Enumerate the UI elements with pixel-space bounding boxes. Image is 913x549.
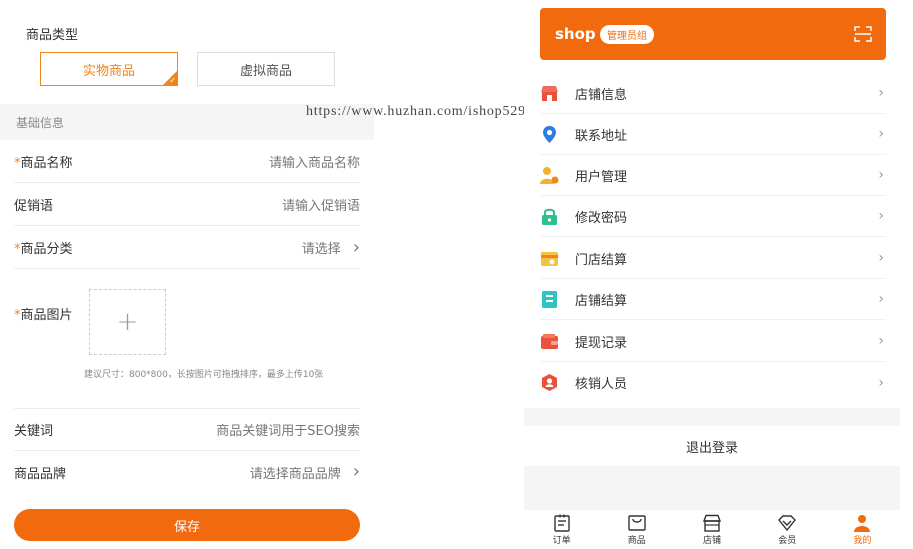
type-option-physical[interactable]: 实物商品 ✓ [40,52,178,86]
menu-item-label: 店铺结算 [575,293,628,309]
promo-input[interactable]: 请输入促销语 [282,195,360,214]
merchant-profile-panel: shop 管理员组 店铺信息 › 联系地址 › 用户管理 › 修改密码 › 门店… [524,0,900,549]
menu-item-label: 用户管理 [575,169,628,185]
product-name-field[interactable]: *商品名称 请输入商品名称 [14,141,360,183]
member-icon [778,514,797,531]
plus-icon: + [116,307,139,337]
images-label: 商品图片 [20,308,73,323]
tab-label: 店铺 [703,535,722,546]
keywords-label: 关键词 [14,424,54,439]
category-placeholder: 请选择 [301,242,341,257]
section-gap [524,408,900,426]
menu-item-label: 联系地址 [575,128,628,144]
product-name-label: 商品名称 [20,156,73,171]
chevron-right-icon: › [878,374,884,391]
chevron-right-icon: › [878,167,884,183]
brand-placeholder: 请选择商品品牌 [249,466,341,482]
product-type-title: 商品类型 [26,28,79,43]
user-manage-icon [540,166,559,185]
location-icon [540,125,559,144]
brand-field[interactable]: 商品品牌 请选择商品品牌 › [14,451,360,493]
category-field[interactable]: *商品分类 请选择 › [14,227,360,269]
menu-item-label: 核销人员 [575,377,628,392]
menu-item-contact-address[interactable]: 联系地址 › [540,114,886,155]
verifier-icon [540,373,559,392]
product-name-label-wrap: *商品名称 [14,152,73,171]
product-name-input[interactable]: 请输入商品名称 [269,152,360,171]
tab-label: 订单 [552,535,571,546]
category-label-wrap: *商品分类 [14,238,73,257]
save-button[interactable]: 保存 [14,509,360,541]
chevron-right-icon: › [352,461,360,482]
chevron-right-icon: › [878,126,884,142]
role-badge: 管理员组 [600,25,654,44]
brand-select[interactable]: 请选择商品品牌 › [250,463,360,482]
bottom-tab-bar: 订单 商品 店铺 会员 我的 [524,510,900,549]
tab-shop[interactable]: 店铺 [674,510,749,549]
store-settlement-icon [540,249,559,268]
tab-members[interactable]: 会员 [750,510,825,549]
menu-item-change-password[interactable]: 修改密码 › [540,196,886,237]
menu-item-store-settlement[interactable]: 门店结算 › [540,238,886,279]
profile-icon [854,514,871,532]
menu-item-withdraw-records[interactable]: 提现记录 › [540,321,886,362]
menu-item-verifiers[interactable]: 核销人员 › [540,362,886,403]
tab-label: 我的 [853,535,872,546]
shop-logo: shop [555,25,596,43]
menu-item-shop-settlement[interactable]: 店铺结算 › [540,279,886,320]
menu-item-label: 修改密码 [575,210,628,226]
category-label: 商品分类 [20,242,73,257]
chevron-right-icon: › [352,236,360,258]
promo-field[interactable]: 促销语 请输入促销语 [14,184,360,226]
scan-icon[interactable] [854,26,872,42]
order-icon [553,514,570,532]
menu-item-label: 店铺信息 [575,87,628,103]
category-select[interactable]: 请选择 › [302,238,360,257]
image-upload-hint: 建议尺寸：800*800，长按图片可拖拽排序，最多上传10张 [84,370,324,380]
menu-item-user-management[interactable]: 用户管理 › [540,155,886,196]
type-option-virtual[interactable]: 虚拟商品 [197,52,335,86]
logout-button[interactable]: 退出登录 [524,426,900,466]
tab-goods[interactable]: 商品 [599,510,674,549]
tab-label: 会员 [778,535,797,546]
chevron-right-icon: › [878,208,884,224]
shop-settlement-icon [540,290,559,309]
chevron-right-icon: › [878,85,884,101]
images-label-wrap: *商品图片 [14,304,73,323]
section-gap [524,466,900,510]
type-option-virtual-label: 虚拟商品 [239,63,292,79]
goods-icon [628,514,646,531]
image-upload-button[interactable]: + [89,289,166,355]
keywords-input[interactable]: 商品关键词用于SEO搜索 [216,420,360,439]
menu-item-store-info[interactable]: 店铺信息 › [540,73,886,114]
brand-label: 商品品牌 [14,466,67,482]
menu-item-label: 提现记录 [575,335,628,351]
store-icon [540,84,559,103]
chevron-right-icon: › [878,250,884,266]
tab-profile[interactable]: 我的 [825,510,900,549]
product-edit-panel: 商品类型 实物商品 ✓ 虚拟商品 基础信息 *商品名称 请输入商品名称 促销语 … [0,0,374,549]
watermark-text: https://www.huzhan.com/ishop52942 [306,104,542,119]
promo-label: 促销语 [14,199,54,214]
tab-label: 商品 [627,535,646,546]
wallet-icon [540,332,559,351]
lock-icon [540,207,559,226]
chevron-right-icon: › [878,291,884,307]
keywords-field[interactable]: 关键词 商品关键词用于SEO搜索 [14,409,360,451]
profile-header-card: shop 管理员组 [540,8,886,60]
check-icon: ✓ [169,76,176,85]
chevron-right-icon: › [878,333,884,349]
basic-info-title: 基础信息 [16,115,65,130]
type-option-physical-label: 实物商品 [82,63,135,79]
shop-icon [703,514,721,532]
menu-item-label: 门店结算 [575,252,628,268]
tab-orders[interactable]: 订单 [524,510,599,549]
